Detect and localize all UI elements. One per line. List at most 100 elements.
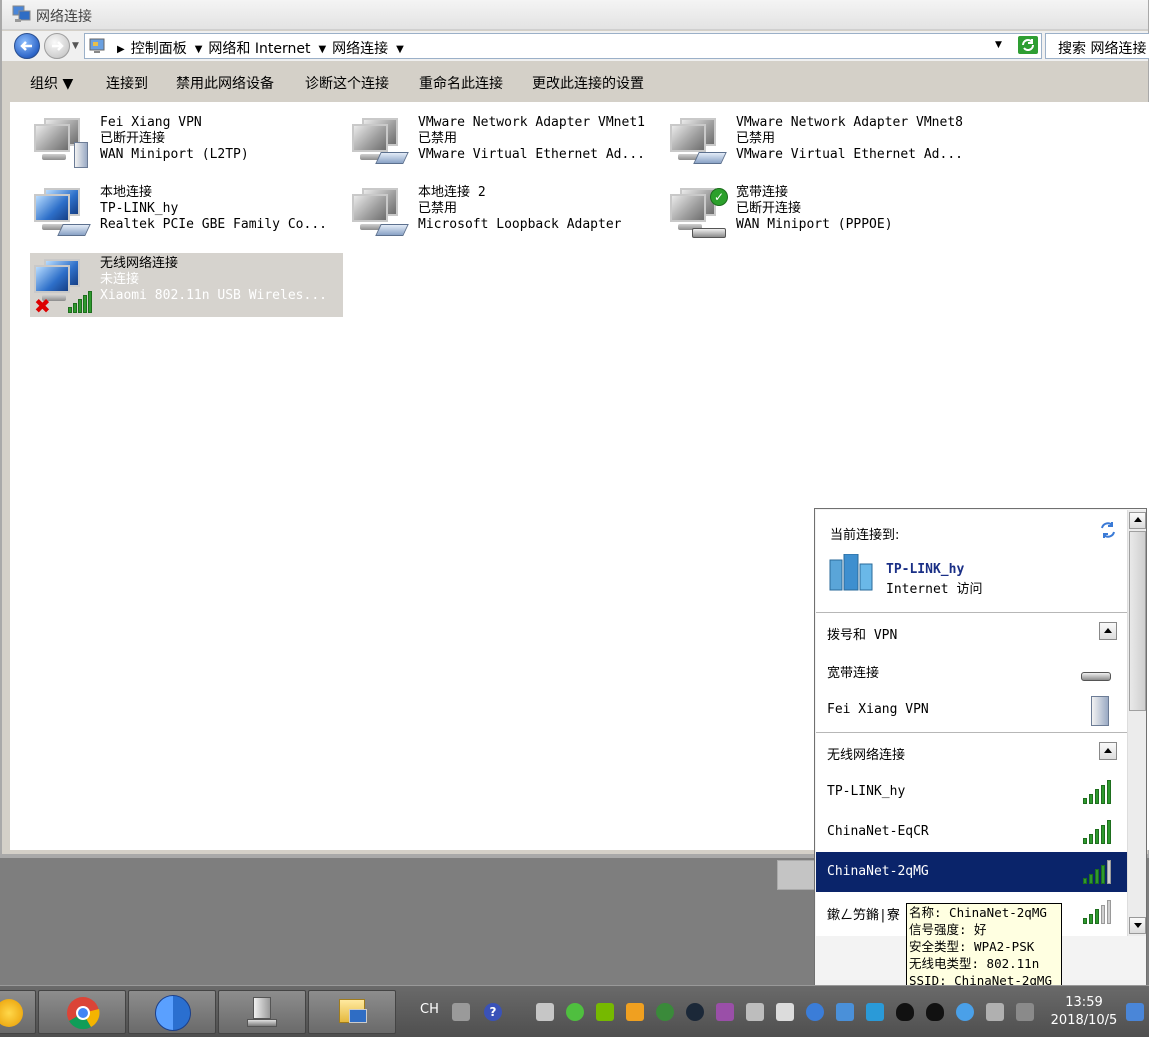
recent-pages-dropdown[interactable]: ▼ [72, 41, 79, 51]
help-icon[interactable]: ? [484, 1003, 502, 1021]
diagnose-button[interactable]: 诊断这个连接 [305, 73, 389, 93]
arrow-right-icon [52, 41, 64, 51]
cloud-icon[interactable] [956, 1003, 974, 1021]
taskbar-app-button[interactable] [0, 990, 36, 1034]
organize-menu[interactable]: 组织 ▼ [30, 73, 73, 93]
network-connections-icon [12, 5, 31, 22]
printer-icon[interactable] [536, 1003, 554, 1021]
keyboard-icon[interactable] [452, 1003, 470, 1021]
flyout-scrollbar[interactable] [1127, 510, 1146, 936]
breadcrumb-arrow[interactable]: ▼ [318, 44, 326, 55]
connection-wireless[interactable]: ✖ 无线网络连接 未连接 Xiaomi 802.11n USB Wireles.… [30, 253, 343, 317]
rename-button[interactable]: 重命名此连接 [419, 73, 503, 93]
breadcrumb-control-panel[interactable]: 控制面板 [131, 41, 187, 57]
change-settings-button[interactable]: 更改此连接的设置 [532, 73, 644, 93]
scroll-up-button[interactable] [1129, 512, 1146, 529]
signal-bar [1089, 913, 1093, 924]
error-x-icon: ✖ [34, 294, 51, 318]
nvidia-icon[interactable] [596, 1003, 614, 1021]
connection-vmnet8[interactable]: VMware Network Adapter VMnet8 已禁用 VMware… [666, 112, 979, 176]
wifi-network-item[interactable]: TP-LINK_hy [816, 772, 1127, 812]
steam-icon[interactable] [686, 1003, 704, 1021]
forward-button[interactable] [44, 33, 70, 59]
show-desktop-icon[interactable] [1126, 1003, 1144, 1021]
signal-bar [1083, 798, 1087, 804]
wechat-icon[interactable] [566, 1003, 584, 1021]
input-language-indicator[interactable]: CH [420, 1002, 439, 1017]
collapse-wireless-button[interactable] [1099, 742, 1117, 760]
network-sync-icon[interactable] [1098, 520, 1118, 540]
scrollbar-thumb[interactable] [1129, 531, 1146, 711]
dialup-item-broadband[interactable]: 宽带连接 [816, 650, 1127, 690]
baidu-icon[interactable] [806, 1003, 824, 1021]
taskbar-finder-button[interactable] [128, 990, 216, 1034]
browser-icon[interactable] [866, 1003, 884, 1021]
qq-icon[interactable] [896, 1003, 914, 1021]
disable-device-button[interactable]: 禁用此网络设备 [176, 73, 274, 93]
connection-status: 已断开连接 [100, 131, 166, 146]
connection-vmnet1[interactable]: VMware Network Adapter VMnet1 已禁用 VMware… [348, 112, 661, 176]
connection-name: 无线网络连接 [100, 256, 179, 271]
connection-fei-xiang-vpn[interactable]: Fei Xiang VPN 已断开连接 WAN Miniport (L2TP) [30, 112, 343, 176]
search-input[interactable]: 搜索 网络连接 [1045, 33, 1149, 59]
qq-icon[interactable] [926, 1003, 944, 1021]
command-bar: 组织 ▼ 连接到 禁用此网络设备 诊断这个连接 重命名此连接 更改此连接的设置 [2, 62, 1148, 102]
taskbar-network-connections-button[interactable] [308, 990, 396, 1034]
signal-bar [1107, 780, 1111, 804]
windows-icon[interactable] [776, 1003, 794, 1021]
signal-strength-icon [1083, 820, 1113, 844]
signal-strength-icon [1083, 900, 1113, 924]
wifi-network-name: 鏉ㄥ竻鏅|寮 [827, 908, 900, 923]
connection-name: VMware Network Adapter VMnet8 [736, 115, 963, 130]
settings-icon[interactable] [836, 1003, 854, 1021]
tooltip-line: 信号强度: 好 [909, 922, 987, 937]
connection-status: 已禁用 [736, 131, 776, 146]
dialup-item-label: Fei Xiang VPN [827, 702, 929, 717]
onenote-icon[interactable] [716, 1003, 734, 1021]
modem-icon [1081, 672, 1111, 681]
cat-icon[interactable] [626, 1003, 644, 1021]
taskbar-network-button[interactable] [218, 990, 306, 1034]
wifi-network-item[interactable]: ChinaNet-EqCR [816, 812, 1127, 852]
taskbar-chrome-button[interactable] [38, 990, 126, 1034]
breadcrumb-root-arrow[interactable]: ▶ [117, 44, 125, 55]
address-history-dropdown[interactable]: ▼ [995, 40, 1002, 50]
breadcrumb-arrow[interactable]: ▼ [195, 44, 203, 55]
broadband-modem-icon: ✓ [670, 188, 730, 244]
address-field[interactable]: ▶ 控制面板 ▼ 网络和 Internet ▼ 网络连接 ▼ [84, 33, 1042, 59]
connection-device: WAN Miniport (L2TP) [100, 147, 249, 162]
wifi-network-name: ChinaNet-EqCR [827, 824, 929, 839]
dialup-item-vpn[interactable]: Fei Xiang VPN [816, 690, 1127, 730]
system-clock[interactable]: 13:59 2018/10/5 [1046, 994, 1122, 1030]
network-tray-icon[interactable] [986, 1003, 1004, 1021]
connection-local-area-2[interactable]: 本地连接 2 已禁用 Microsoft Loopback Adapter [348, 182, 661, 246]
volume-icon[interactable] [1016, 1003, 1034, 1021]
connection-device: Xiaomi 802.11n USB Wireles... [100, 288, 327, 303]
wireless-section-header[interactable]: 无线网络连接 [816, 732, 1127, 770]
disabled-adapter-icon [670, 118, 730, 174]
signal-strength-icon [1083, 780, 1113, 804]
breadcrumb-network-connections[interactable]: 网络连接 [332, 41, 388, 57]
refresh-button[interactable] [1018, 36, 1038, 54]
scroll-down-button[interactable] [1129, 917, 1146, 934]
signal-bar [1095, 829, 1099, 844]
wireless-header-label: 无线网络连接 [827, 748, 906, 763]
connection-local-area[interactable]: 本地连接 TP-LINK_hy Realtek PCIe GBE Family … [30, 182, 343, 246]
usb-icon[interactable] [746, 1003, 764, 1021]
globe-icon[interactable] [656, 1003, 674, 1021]
signal-bar [1101, 824, 1105, 844]
signal-bar [1101, 904, 1105, 924]
connection-broadband[interactable]: ✓ 宽带连接 已断开连接 WAN Miniport (PPPOE) [666, 182, 979, 246]
breadcrumb-arrow[interactable]: ▼ [396, 44, 404, 55]
breadcrumb-network-internet[interactable]: 网络和 Internet [208, 41, 310, 57]
wifi-network-item-selected[interactable]: ChinaNet-2qMG [816, 852, 1127, 892]
back-button[interactable] [14, 33, 40, 59]
connect-to-button[interactable]: 连接到 [106, 73, 148, 93]
taskbar: CH ? 13:59 2018/10/5 [0, 985, 1149, 1037]
wifi-network-name: ChinaNet-2qMG [827, 864, 929, 879]
signal-bar [1101, 784, 1105, 804]
collapse-dialup-button[interactable] [1099, 622, 1117, 640]
tooltip-line: 无线电类型: 802.11n [909, 956, 1040, 971]
computer-icon [245, 995, 281, 1031]
dialup-section-header[interactable]: 拨号和 VPN [816, 612, 1127, 650]
